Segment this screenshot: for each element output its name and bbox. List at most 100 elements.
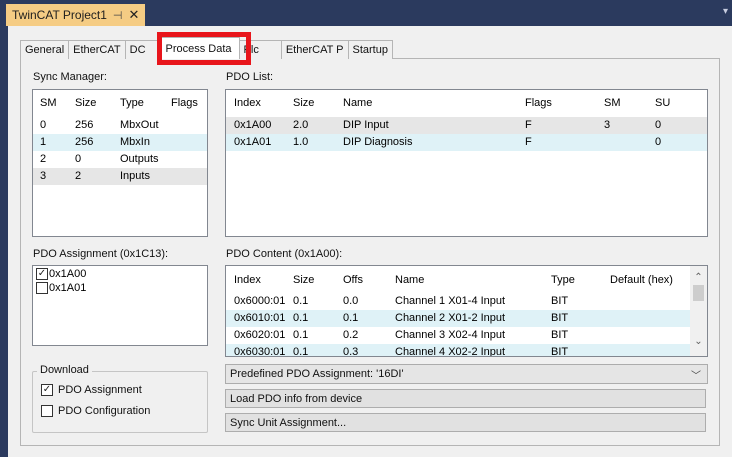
table-cell: 3 [604,119,611,131]
table-cell: 0x6030:01 [234,346,286,357]
pdo-assignment-list[interactable]: ✓ 0x1A00 0x1A01 [32,265,208,346]
column-header[interactable]: Flags [171,97,198,109]
tab-startup[interactable]: Startup [347,40,393,59]
table-row[interactable]: 0x1A01 1.0 DIP Diagnosis F 0 [226,134,707,151]
table-cell: 0 [40,119,47,131]
checkbox[interactable] [36,282,48,294]
download-pdo-assignment-option[interactable]: ✓ PDO Assignment [41,384,142,396]
table-cell: 0 [655,136,662,148]
table-row[interactable]: 0x6010:01 0.1 0.1 Channel 2 X01-2 Input … [226,310,690,327]
column-header[interactable]: Flags [525,97,552,109]
chevron-down-icon: ﹀ [691,371,701,382]
table-row[interactable]: 3 2 Inputs [33,168,207,185]
table-cell: 0.1 [293,329,309,341]
column-header[interactable]: Type [120,97,144,109]
pdo-assignment-item-label: 0x1A00 [49,268,87,280]
table-row[interactable]: 0x6030:01 0.1 0.3 Channel 4 X02-2 Input … [226,344,690,357]
column-header[interactable]: SM [604,97,621,109]
table-cell: 2 [40,153,47,165]
scroll-thumb[interactable] [693,285,704,301]
table-cell: MbxIn [120,136,150,148]
sync-unit-assignment-label: Sync Unit Assignment... [230,416,347,429]
scroll-up-icon[interactable]: ⌃ [690,272,707,283]
table-cell: 0 [655,119,662,131]
table-cell: 0.1 [293,346,309,357]
load-pdo-info-label: Load PDO info from device [230,392,363,405]
table-cell: Inputs [120,170,150,182]
table-cell: BIT [551,346,569,357]
checkbox[interactable]: ✓ [41,384,53,396]
pdo-content-label: PDO Content (0x1A00): [226,248,343,260]
table-cell: 0.1 [293,295,309,307]
table-cell: F [525,119,532,131]
table-row[interactable]: 2 0 Outputs [33,151,207,168]
predefined-pdo-assignment-dropdown[interactable]: Predefined PDO Assignment: '16DI' ﹀ [225,364,708,384]
table-cell: Channel 4 X02-2 Input [395,346,506,357]
column-header[interactable]: Type [551,274,575,286]
table-cell: 3 [40,170,47,182]
table-cell: 1 [40,136,47,148]
tab-ethercat-p[interactable]: EtherCAT P [280,40,349,59]
table-cell: BIT [551,312,569,324]
highlight-box [157,32,251,65]
column-header[interactable]: Index [234,97,261,109]
table-cell: 1.0 [293,136,309,148]
table-cell: Outputs [120,153,159,165]
column-header[interactable]: SU [655,97,670,109]
pin-icon[interactable]: ⊣ [113,9,123,22]
table-header: Index Size Offs Name Type Default (hex) [226,272,707,289]
table-cell: 0x6020:01 [234,329,286,341]
tab-ethercat[interactable]: EtherCAT [68,40,126,59]
download-group [32,371,208,433]
sync-unit-assignment-button[interactable]: Sync Unit Assignment... [225,413,706,432]
vertical-scrollbar[interactable]: ⌃ ⌄ [690,266,707,356]
pdo-list[interactable]: Index Size Name Flags SM SU 0x1A00 2.0 D… [225,89,708,237]
table-cell: DIP Input [343,119,389,131]
table-cell: 0 [75,153,82,165]
download-pdo-configuration-option[interactable]: PDO Configuration [41,405,150,417]
sync-manager-list[interactable]: SM Size Type Flags 0 256 MbxOut 1 256 Mb… [32,89,208,237]
column-header[interactable]: Size [293,97,314,109]
column-header[interactable]: SM [40,97,57,109]
table-cell: F [525,136,532,148]
table-cell: Channel 3 X02-4 Input [395,329,506,341]
column-header[interactable]: Size [75,97,96,109]
table-cell: 0.0 [343,295,359,307]
column-header[interactable]: Offs [343,274,363,286]
column-header[interactable]: Name [343,97,372,109]
tab-general[interactable]: General [20,40,70,59]
table-cell: 2.0 [293,119,309,131]
table-cell: DIP Diagnosis [343,136,413,148]
pdo-content-list[interactable]: Index Size Offs Name Type Default (hex) … [225,265,708,357]
window-menu-icon[interactable]: ▾ [723,6,728,17]
table-row[interactable]: 0x1A00 2.0 DIP Input F 3 0 [226,117,707,134]
table-header: SM Size Type Flags [33,95,207,112]
document-tab[interactable]: TwinCAT Project1 ⊣ ✕ [6,4,146,26]
tab-dc[interactable]: DC [124,40,159,59]
scroll-down-icon[interactable]: ⌄ [690,336,707,347]
table-cell: 0.1 [343,312,359,324]
table-cell: 0x1A01 [234,136,272,148]
pdo-assignment-item-label: 0x1A01 [49,282,87,294]
download-pdo-assignment-label: PDO Assignment [58,384,142,396]
table-cell: 256 [75,136,94,148]
table-row[interactable]: 1 256 MbxIn [33,134,207,151]
close-icon[interactable]: ✕ [129,7,140,23]
table-row[interactable]: 0 256 MbxOut [33,117,207,134]
sync-manager-label: Sync Manager: [33,71,107,83]
table-cell: 0x6010:01 [234,312,286,324]
column-header[interactable]: Index [234,274,261,286]
pdo-assignment-item[interactable]: ✓ 0x1A00 [36,268,86,280]
column-header[interactable]: Size [293,274,314,286]
table-cell: 0x1A00 [234,119,272,131]
column-header[interactable]: Name [395,274,424,286]
pdo-assignment-item[interactable]: 0x1A01 [36,282,86,294]
column-header[interactable]: Default (hex) [610,274,673,286]
checkbox[interactable] [41,405,53,417]
pdo-assignment-label: PDO Assignment (0x1C13): [33,248,169,260]
table-row[interactable]: 0x6000:01 0.1 0.0 Channel 1 X01-4 Input … [226,293,690,310]
checkbox[interactable]: ✓ [36,268,48,280]
table-row[interactable]: 0x6020:01 0.1 0.2 Channel 3 X02-4 Input … [226,327,690,344]
load-pdo-info-button[interactable]: Load PDO info from device [225,389,706,408]
table-cell: MbxOut [120,119,159,131]
